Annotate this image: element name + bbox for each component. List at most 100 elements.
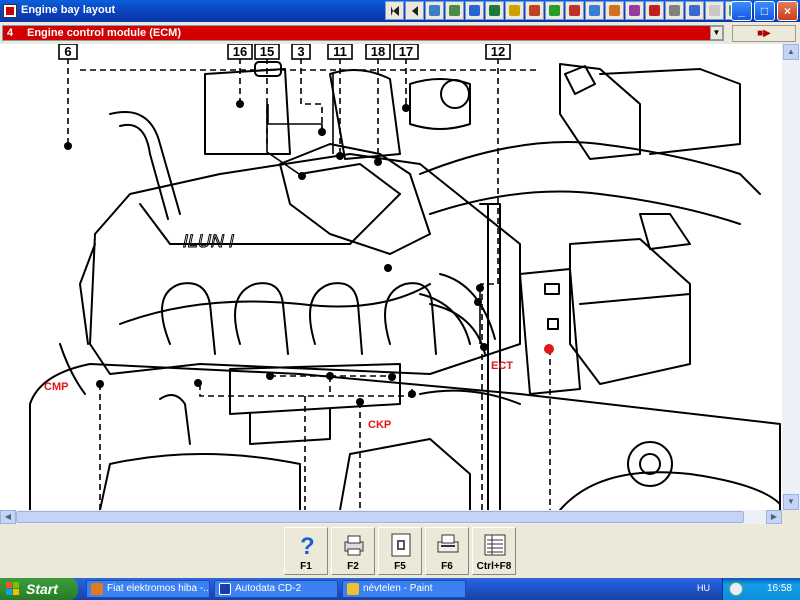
task-paint[interactable]: névtelen - Paint [342, 580, 466, 598]
show-location-button[interactable]: ■▶ [732, 25, 796, 42]
toolbar-button-light[interactable] [665, 1, 684, 20]
maximize-button[interactable]: □ [754, 1, 775, 21]
callout-number: 11 [333, 44, 347, 59]
callout-11[interactable]: 11 [327, 44, 353, 60]
toolbar [385, 1, 745, 20]
note-icon [429, 5, 440, 16]
component-selector-row: 4 Engine control module (ECM) ▼ ■▶ [0, 22, 800, 44]
clock: 16:58 [766, 583, 792, 594]
function-key-panel: ? F1 F2 F5 F6 Ctrl+F8 [0, 524, 800, 578]
electric-icon [609, 5, 620, 16]
ecm-location-marker [544, 344, 554, 354]
toolbar-button-car[interactable] [685, 1, 704, 20]
scroll-down-icon[interactable]: ▼ [783, 494, 799, 510]
toolbar-button-check[interactable] [585, 1, 604, 20]
callout-number: 18 [371, 44, 385, 59]
f1-help-button[interactable]: ? F1 [284, 527, 328, 575]
scroll-left-icon[interactable]: ◀ [0, 510, 16, 524]
toolbar-button-book[interactable] [625, 1, 644, 20]
dropdown-arrow-icon[interactable]: ▼ [710, 26, 723, 40]
ctrl-f8-list-button[interactable]: Ctrl+F8 [472, 527, 516, 575]
document-icon [391, 533, 411, 557]
svg-text:?: ? [300, 533, 315, 558]
component-number: 4 [7, 27, 14, 39]
callout-3[interactable]: 3 [291, 44, 311, 60]
app-icon[interactable] [3, 4, 17, 18]
ckp-label: CKP [368, 419, 391, 431]
engine-diagram: ILUN I 6 16 15 3 11 18 17 12 CMP ECT CKP [0, 44, 782, 510]
windows-flag-icon [6, 582, 19, 595]
taskbar: Start Fiat elektromos hiba -... Autodata… [0, 578, 800, 600]
help-icon: ? [300, 533, 315, 558]
wrench-icon [489, 5, 500, 16]
toolbar-button-print-setup[interactable] [505, 1, 524, 20]
f2-print-button[interactable]: F2 [331, 527, 375, 575]
monitor-icon [569, 5, 580, 16]
print-icon [344, 535, 364, 556]
callout-number: 15 [260, 44, 274, 59]
toolbar-button-prev-page[interactable] [405, 1, 424, 20]
toolbar-button-tools[interactable] [445, 1, 464, 20]
f6-printer-button[interactable]: F6 [425, 527, 469, 575]
printer-icon [437, 534, 459, 553]
callout-number: 6 [64, 44, 71, 59]
gauge-icon [469, 5, 480, 16]
list-icon [484, 534, 506, 556]
window-title: Engine bay layout [21, 4, 116, 16]
location-dots [64, 100, 488, 406]
callout-12[interactable]: 12 [485, 44, 511, 60]
callout-18[interactable]: 18 [365, 44, 391, 60]
scroll-up-icon[interactable]: ▲ [783, 44, 799, 60]
callout-number: 3 [297, 44, 304, 59]
check-icon [589, 5, 600, 16]
title-bar: Engine bay layout _ □ × [0, 0, 800, 22]
callout-number: 16 [233, 44, 247, 59]
callout-number: 17 [399, 44, 413, 59]
component-dropdown[interactable]: 4 Engine control module (ECM) [2, 25, 724, 41]
task-autodata[interactable]: Autodata CD-2 [214, 580, 338, 598]
scroll-right-icon[interactable]: ▶ [766, 510, 782, 524]
language-indicator[interactable]: HU [697, 583, 710, 593]
callout-16[interactable]: 16 [227, 44, 253, 60]
book-icon [629, 5, 640, 16]
callout-17[interactable]: 17 [393, 44, 419, 60]
paint-icon [347, 583, 359, 595]
print-setup-icon [509, 5, 520, 16]
toolbar-button-info[interactable] [705, 1, 724, 20]
toolbar-button-gauge[interactable] [465, 1, 484, 20]
start-button[interactable]: Start [0, 578, 78, 600]
prev-page-icon [411, 5, 418, 16]
task-fiat-browser[interactable]: Fiat elektromos hiba -... [86, 580, 210, 598]
window-controls: _ □ × [729, 1, 798, 21]
toolbar-button-note[interactable] [425, 1, 444, 20]
toolbar-button-warning[interactable] [645, 1, 664, 20]
scroll-thumb[interactable] [16, 511, 744, 523]
flag-icon [549, 5, 560, 16]
tools-icon [449, 5, 460, 16]
start-label: Start [26, 581, 58, 597]
manifold-lettering: ILUN I [181, 231, 236, 251]
system-tray: HU 16:58 [697, 578, 800, 600]
toolbar-button-monitor[interactable] [565, 1, 584, 20]
minimize-button[interactable]: _ [731, 1, 752, 21]
f5-document-button[interactable]: F5 [378, 527, 422, 575]
light-icon [669, 5, 680, 16]
engine-icon [529, 5, 540, 16]
first-page-icon [390, 5, 399, 16]
toolbar-button-flag[interactable] [545, 1, 564, 20]
engine-drawing: ILUN I 6 16 15 3 11 18 17 12 CMP ECT CKP [29, 44, 781, 510]
toolbar-button-wrench[interactable] [485, 1, 504, 20]
toolbar-button-engine[interactable] [525, 1, 544, 20]
cmp-label: CMP [44, 381, 68, 393]
vertical-scrollbar[interactable]: ▲ ▼ [782, 44, 800, 510]
callout-15[interactable]: 15 [254, 44, 280, 60]
callout-6[interactable]: 6 [58, 44, 78, 60]
tray-network-icon[interactable] [729, 582, 743, 596]
callout-boxes: 6 16 15 3 11 18 17 12 [58, 44, 511, 60]
warning-icon [649, 5, 660, 16]
ect-label: ECT [491, 360, 513, 372]
close-button[interactable]: × [777, 1, 798, 21]
toolbar-button-electric[interactable] [605, 1, 624, 20]
horizontal-scrollbar[interactable]: ◀ ▶ [0, 510, 782, 524]
toolbar-button-first-page[interactable] [385, 1, 404, 20]
